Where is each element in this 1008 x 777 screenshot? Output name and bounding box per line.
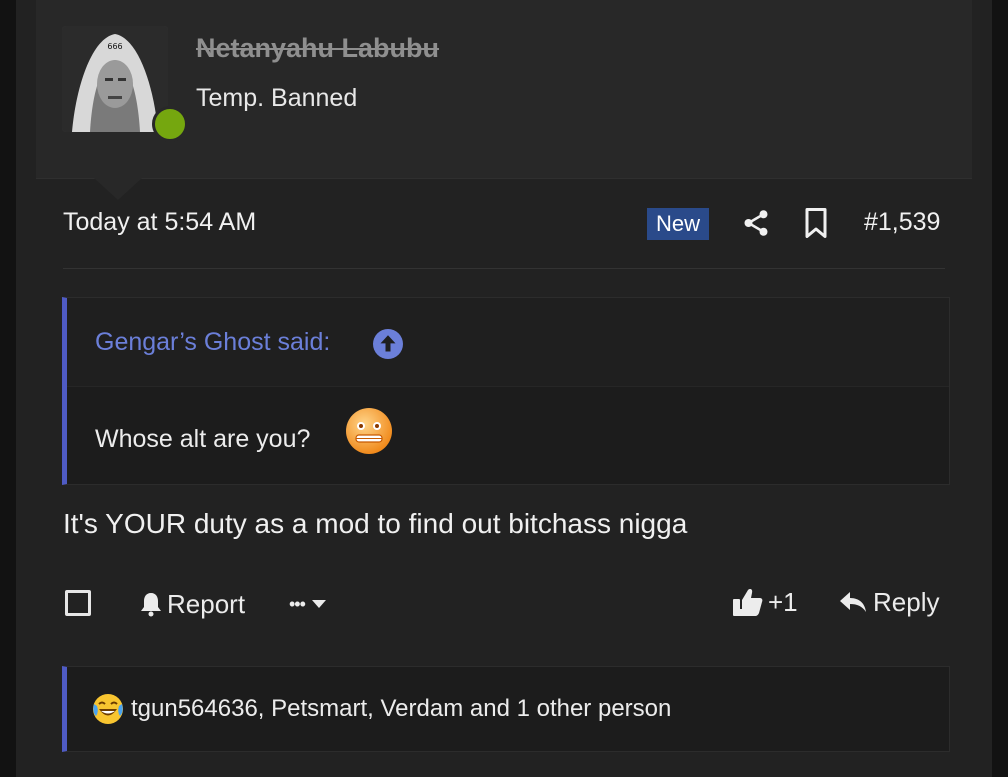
report-label: Report	[167, 588, 246, 619]
like-count: +1	[768, 586, 798, 617]
post-message: It's YOUR duty as a mod to find out bitc…	[63, 508, 688, 539]
grimacing-face-icon	[346, 408, 392, 454]
avatar[interactable]: 666	[62, 26, 168, 132]
online-status-dot	[152, 106, 188, 142]
user-block-arrow	[94, 178, 142, 200]
crying-laughing-icon	[93, 694, 123, 724]
bookmark-icon[interactable]	[804, 208, 828, 238]
quote-author[interactable]: Gengar’s Ghost said:	[95, 328, 330, 357]
username[interactable]: Netanyahu Labubu	[196, 33, 439, 64]
reply-button[interactable]: Reply	[839, 586, 939, 618]
report-button[interactable]: Report	[139, 588, 245, 620]
more-options-button[interactable]: •••	[289, 588, 327, 620]
quote-header: Gengar’s Ghost said:	[67, 298, 949, 387]
avatar-text: 666	[107, 42, 122, 51]
new-badge: New	[647, 208, 710, 240]
caret-down-icon	[311, 600, 326, 608]
user-title: Temp. Banned	[196, 84, 358, 112]
reply-arrow-icon	[840, 592, 866, 612]
quote-text: Whose alt are you?	[95, 425, 311, 453]
thumbs-up-icon	[733, 589, 763, 616]
user-info-block: 666 Netanyahu Labubu Temp. Banned	[36, 0, 972, 179]
select-checkbox[interactable]	[65, 590, 91, 616]
avatar-image: 666	[62, 26, 168, 132]
reply-label: Reply	[873, 586, 940, 617]
post-date[interactable]: Today at 5:54 AM	[63, 208, 256, 237]
bell-icon	[141, 593, 161, 617]
share-icon[interactable]	[741, 208, 771, 238]
divider	[63, 268, 945, 269]
arrow-up-circle-icon[interactable]	[373, 329, 403, 359]
more-label: •••	[289, 593, 306, 614]
like-button[interactable]: +1	[732, 586, 798, 618]
reactions-bar[interactable]: tgun564636, Petsmart, Verdam and 1 other…	[62, 666, 950, 752]
reaction-users[interactable]: tgun564636, Petsmart, Verdam and 1 other…	[131, 695, 671, 723]
post-number[interactable]: #1,539	[864, 208, 940, 237]
post-container: 666 Netanyahu Labubu Temp. Banned Today …	[16, 0, 992, 777]
quote-block: Gengar’s Ghost said: Whose alt are you?	[62, 297, 950, 485]
